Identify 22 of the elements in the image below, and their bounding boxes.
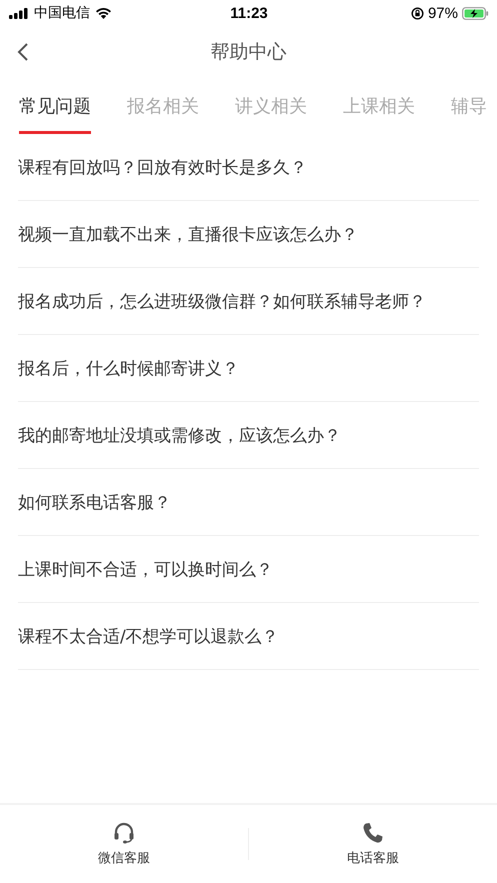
support-button[interactable]: 电话客服 <box>249 821 497 867</box>
signal-icon <box>9 8 29 18</box>
question-link[interactable]: 我的邮寄地址没填或需修改，应该怎么办？ <box>18 424 341 446</box>
battery-charging-icon <box>462 6 489 20</box>
question-link[interactable]: 视频一直加载不出来，直播很卡应该怎么办？ <box>18 222 358 246</box>
status-time: 11:23 <box>230 4 268 22</box>
category-tab[interactable]: 常见问题 <box>19 78 91 134</box>
headset-icon <box>112 821 136 845</box>
phone-icon <box>361 821 385 845</box>
question-link[interactable]: 报名后，什么时候邮寄讲义？ <box>18 356 239 380</box>
question-link[interactable]: 上课时间不合适，可以换时间么？ <box>18 558 273 580</box>
back-icon[interactable] <box>17 42 29 62</box>
question-link[interactable]: 如何联系电话客服？ <box>18 490 171 514</box>
rotation-lock-icon <box>410 6 424 20</box>
question-link[interactable]: 课程有回放吗？回放有效时长是多久？ <box>18 156 307 178</box>
battery-percent: 97% <box>428 4 458 22</box>
wifi-icon <box>95 7 112 19</box>
support-button[interactable]: 微信客服 <box>0 821 248 867</box>
page-title: 帮助中心 <box>210 40 286 65</box>
carrier-name: 中国电信 <box>34 4 90 22</box>
question-link[interactable]: 课程不太合适/不想学可以退款么？ <box>18 624 279 648</box>
question-link[interactable]: 报名成功后，怎么进班级微信群？如何联系辅导老师？ <box>18 290 426 312</box>
